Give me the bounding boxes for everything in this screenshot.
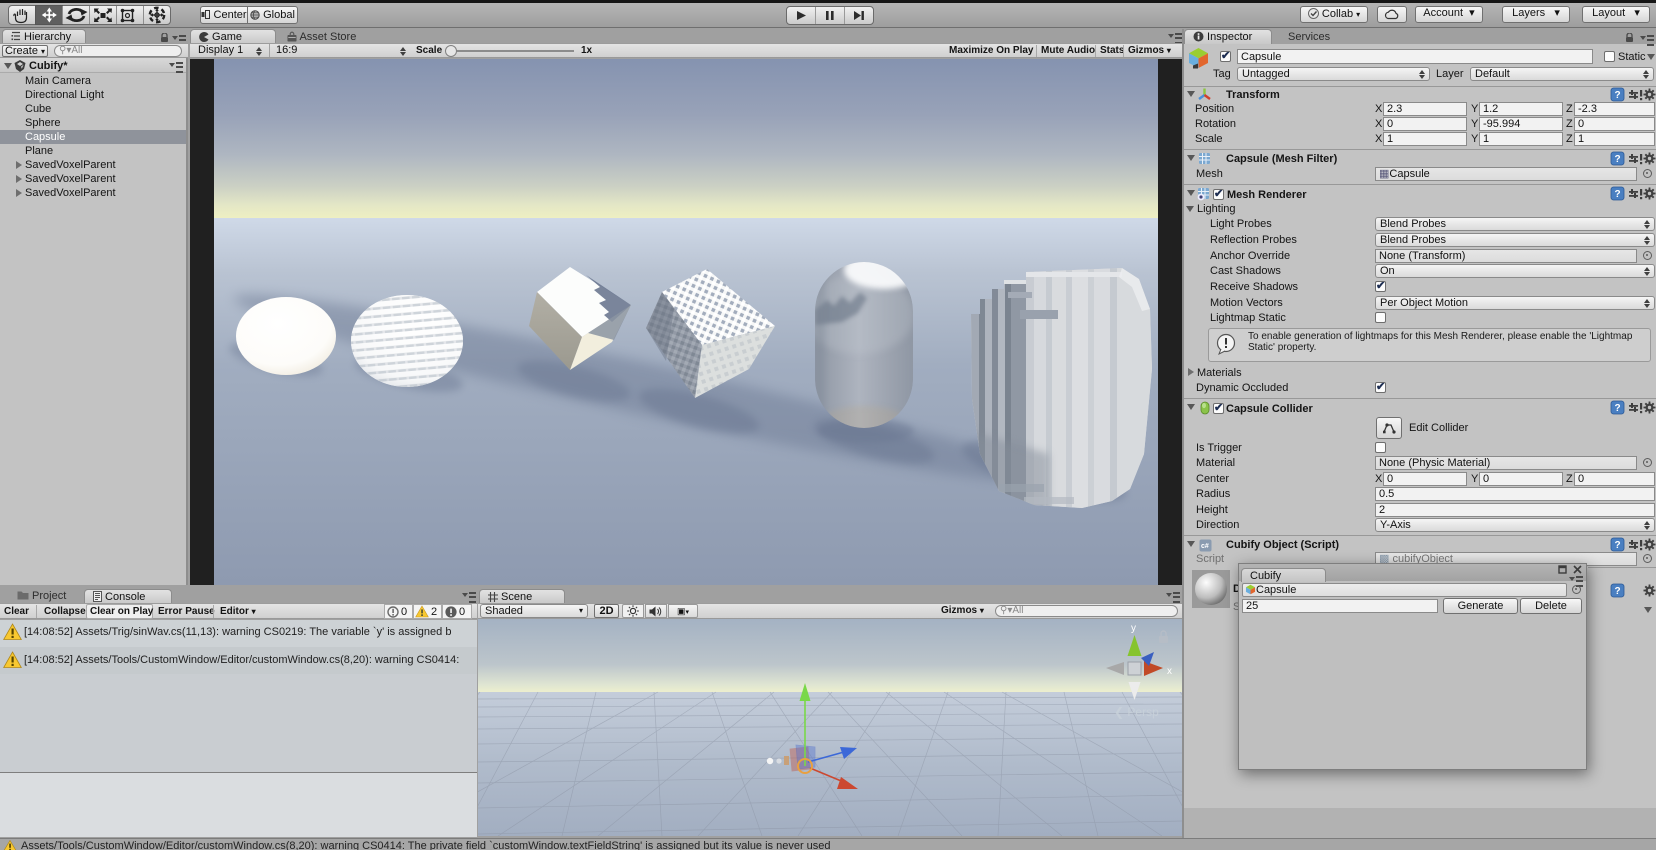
svg-text:y: y bbox=[1131, 623, 1136, 634]
svg-text:c#: c# bbox=[1201, 543, 1209, 550]
svg-text:x: x bbox=[1167, 666, 1172, 677]
svg-text:❮ Persp: ❮ Persp bbox=[1114, 705, 1159, 719]
